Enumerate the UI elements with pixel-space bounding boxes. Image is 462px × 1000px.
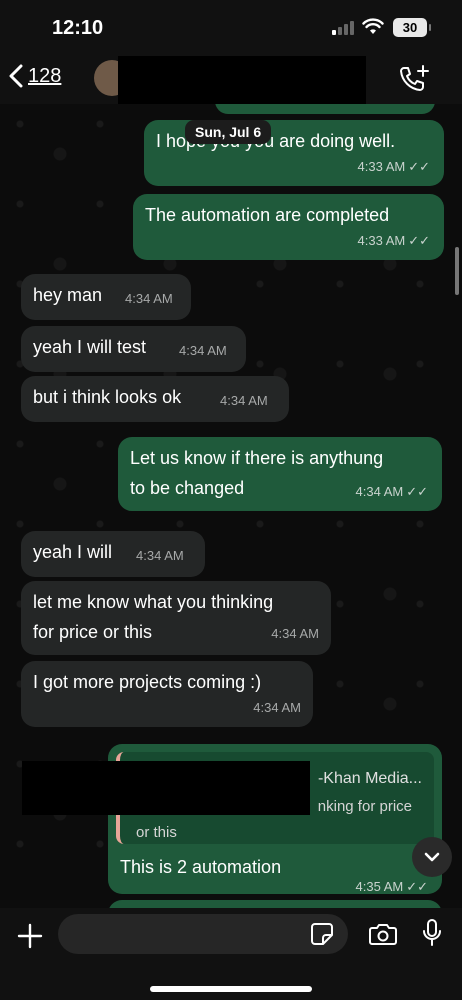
message-time: 4:34 AM <box>271 626 319 641</box>
message-time: 4:35 AM <box>355 879 404 894</box>
message-time: 4:33 AM <box>357 159 406 174</box>
message-time: 4:34 AM <box>253 700 301 715</box>
unread-count: 128 <box>28 64 62 87</box>
redacted-content <box>22 761 310 815</box>
date-pill: Sun, Jul 6 <box>185 120 272 144</box>
message-bubble-outgoing[interactable]: The automation are completed 4:33 AM ✓✓ <box>133 194 444 260</box>
read-ticks-icon: ✓✓ <box>408 233 430 248</box>
read-ticks-icon: ✓✓ <box>408 159 430 174</box>
message-bubble-incoming[interactable]: let me know what you thinking for price … <box>21 581 331 655</box>
message-time: 4:34 AM <box>179 343 227 358</box>
composer-bar <box>0 908 462 1000</box>
message-bubble-incoming[interactable]: but i think looks ok 4:34 AM <box>21 376 289 422</box>
message-input[interactable] <box>58 914 348 954</box>
status-bar: 12:10 30 <box>0 0 462 52</box>
message-bubble-incoming[interactable]: I got more projects coming :) 4:34 AM <box>21 661 313 727</box>
message-time: 4:34 AM <box>355 484 404 499</box>
status-time: 12:10 <box>52 17 104 39</box>
camera-icon[interactable] <box>368 922 398 946</box>
scroll-to-bottom-button[interactable] <box>412 837 452 877</box>
message-text: This is 2 automation <box>120 857 282 877</box>
message-text-line: Let us know if there is anythung <box>130 448 384 468</box>
quoted-text-line: or this <box>136 824 177 841</box>
microphone-icon[interactable] <box>422 918 442 948</box>
chevron-down-icon <box>424 852 440 862</box>
back-button[interactable]: 128 <box>8 64 61 88</box>
redacted-contact-name <box>118 56 366 106</box>
message-bubble-incoming[interactable]: yeah I will test 4:34 AM <box>21 326 246 372</box>
battery-indicator: 30 <box>393 18 431 37</box>
scrollbar-thumb[interactable] <box>455 247 459 295</box>
message-text-line: let me know what you thinking <box>33 592 274 612</box>
message-text: hey man <box>33 285 103 305</box>
message-bubble-incoming[interactable]: yeah I will 4:34 AM <box>21 531 205 577</box>
message-bubble-partial <box>108 900 442 908</box>
message-time: 4:34 AM <box>136 548 184 563</box>
chevron-left-icon <box>9 64 23 88</box>
wifi-icon <box>362 18 384 34</box>
chat-header: 128 <box>0 52 462 106</box>
message-bubble-incoming[interactable]: hey man 4:34 AM <box>21 274 191 320</box>
message-text: I got more projects coming :) <box>33 672 262 692</box>
signal-icon <box>332 21 354 35</box>
message-bubble-outgoing[interactable]: Let us know if there is anythung to be c… <box>118 437 442 511</box>
message-text: yeah I will test <box>33 337 147 357</box>
add-call-icon[interactable] <box>398 64 430 94</box>
message-text: but i think looks ok <box>33 387 182 407</box>
quoted-sender: -Khan Media... <box>317 770 422 787</box>
message-bubble-partial <box>215 104 435 114</box>
message-time: 4:34 AM <box>125 291 173 306</box>
message-time: 4:33 AM <box>357 233 406 248</box>
quoted-text-line: nking for price <box>317 798 412 815</box>
read-ticks-icon: ✓✓ <box>406 484 428 499</box>
read-ticks-icon: ✓✓ <box>406 879 428 894</box>
home-indicator[interactable] <box>150 986 312 992</box>
plus-icon[interactable] <box>16 922 44 950</box>
message-list[interactable]: Sun, Jul 6 I hope you you are doing well… <box>0 104 462 908</box>
message-time: 4:34 AM <box>220 393 268 408</box>
message-text: yeah I will <box>33 542 113 562</box>
sticker-icon[interactable] <box>310 922 334 946</box>
message-text: The automation are completed <box>145 205 390 225</box>
